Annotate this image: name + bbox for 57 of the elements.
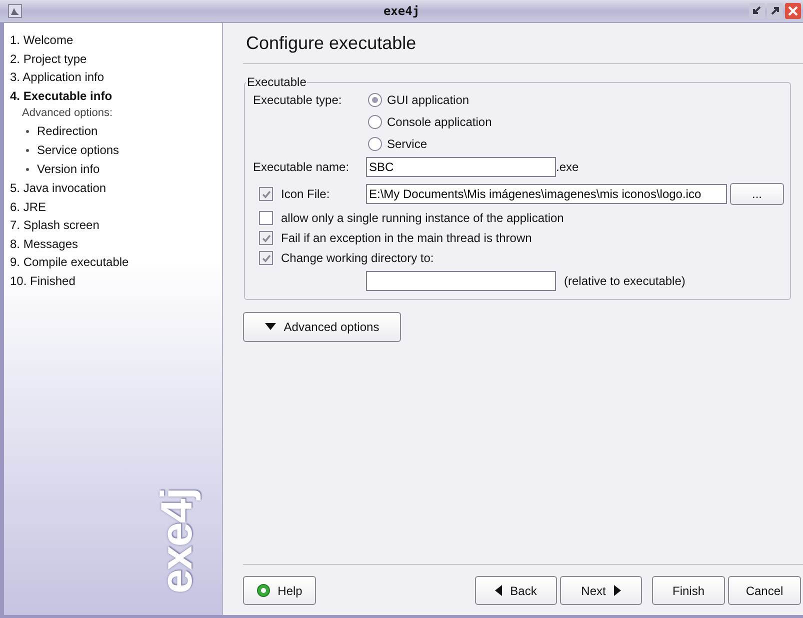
- step-item[interactable]: 2. Project type: [10, 50, 87, 68]
- checkbox-label: allow only a single running instance of the application: [281, 211, 564, 225]
- step-item[interactable]: 5. Java invocation: [10, 179, 106, 198]
- sub-step-item[interactable]: Version info: [37, 160, 100, 179]
- step-item[interactable]: 10. Finished: [10, 272, 76, 290]
- finish-button[interactable]: Finish: [652, 576, 725, 605]
- sub-step-item[interactable]: Service options: [37, 141, 120, 160]
- radio-label: Console application: [387, 115, 492, 129]
- radio-button[interactable]: [368, 93, 382, 107]
- field-label: Executable type:: [253, 93, 343, 109]
- name-field[interactable]: SBC: [366, 157, 556, 177]
- help-button[interactable]: Help: [243, 576, 316, 605]
- logo-text: exe4j: [155, 488, 200, 594]
- next-button[interactable]: Next: [560, 576, 642, 605]
- checkbox[interactable]: [259, 251, 273, 265]
- checkbox[interactable]: [259, 187, 273, 201]
- hint-text: (relative to executable): [564, 274, 686, 288]
- working-directory-field[interactable]: [366, 271, 556, 291]
- maximize-icon[interactable]: [767, 3, 783, 19]
- checkbox-label: Change working directory to:: [281, 251, 434, 265]
- app-icon: [8, 4, 22, 18]
- checkbox[interactable]: [259, 211, 273, 225]
- cancel-button[interactable]: Cancel: [728, 576, 801, 605]
- step-item[interactable]: 3. Application info: [10, 68, 104, 86]
- minimize-icon[interactable]: [749, 3, 765, 19]
- radio-button[interactable]: [368, 137, 382, 151]
- page-title: Configure executable: [243, 23, 803, 64]
- group-title: Executable: [246, 75, 308, 89]
- right-arrow-icon: [614, 585, 621, 596]
- icon-file-field[interactable]: E:\My Documents\Mis imágenes\imagenes\mis iconos\logo.ico: [366, 184, 727, 204]
- checkbox-label: Icon File:: [281, 187, 330, 201]
- bullet-icon: [26, 130, 29, 133]
- close-icon[interactable]: [785, 3, 801, 19]
- step-item[interactable]: 4. Executable info: [10, 86, 112, 105]
- radio-label: Service: [387, 137, 428, 151]
- step-item[interactable]: 6. JRE: [10, 198, 46, 216]
- bullet-icon: [26, 168, 29, 171]
- step-item[interactable]: 7. Splash screen: [10, 216, 100, 234]
- extension-label: .exe: [556, 160, 579, 174]
- left-arrow-icon: [495, 585, 502, 596]
- sub-step-item[interactable]: Redirection: [37, 122, 98, 141]
- step-item[interactable]: 9. Compile executable: [10, 253, 129, 272]
- browse-button[interactable]: ...: [730, 183, 784, 205]
- advanced-options-button[interactable]: Advanced options: [243, 312, 401, 342]
- checkbox[interactable]: [259, 231, 273, 245]
- step-item[interactable]: 1. Welcome: [10, 31, 74, 50]
- bullet-icon: [26, 149, 29, 152]
- sub-heading: Advanced options:: [21, 106, 113, 121]
- back-button[interactable]: Back: [475, 576, 557, 605]
- radio-label: GUI application: [387, 93, 470, 107]
- window-title: exe4j: [382, 4, 421, 18]
- radio-button[interactable]: [368, 115, 382, 129]
- step-item[interactable]: 8. Messages: [10, 234, 78, 253]
- caret-icon: [264, 323, 276, 331]
- checkbox-label: Fail if an exception in the main thread is thrown: [281, 231, 532, 245]
- help-icon: [256, 584, 270, 597]
- field-label: Executable name:: [253, 160, 350, 174]
